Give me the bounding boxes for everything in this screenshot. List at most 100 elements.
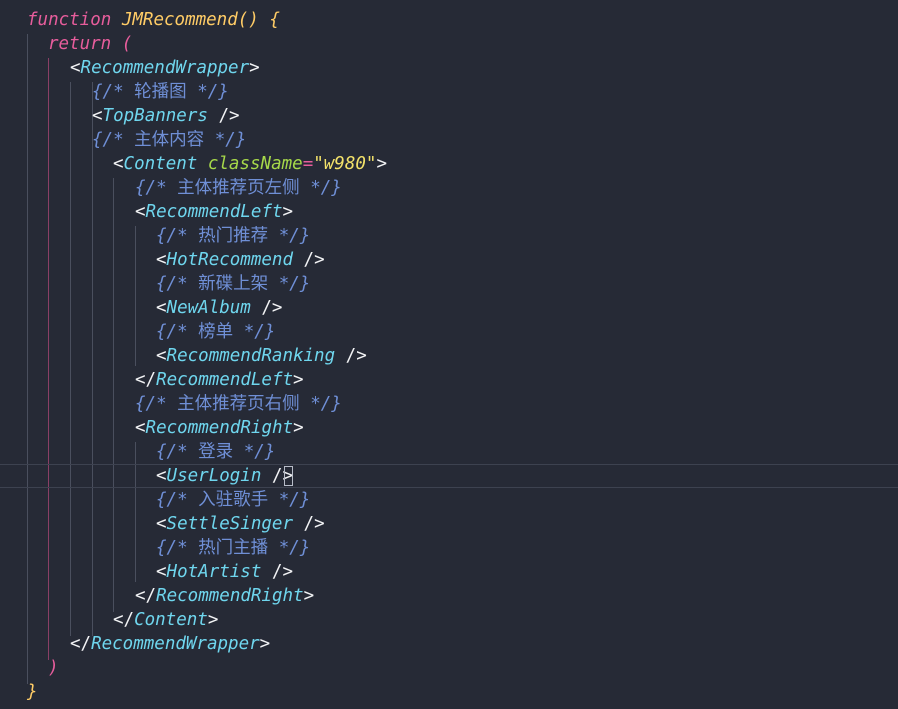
tag-bracket: />	[261, 298, 283, 318]
jsx-tag: HotArtist	[166, 562, 262, 582]
jsx-tag: RecommendWrapper	[91, 634, 260, 654]
tag-bracket: >	[293, 370, 304, 390]
jsx-tag: TopBanners	[102, 106, 208, 126]
tag-bracket: />	[345, 346, 367, 366]
jsx-tag: RecommendLeft	[145, 202, 283, 222]
code-line[interactable]: <RecommendRight>	[0, 416, 898, 440]
code-line[interactable]: <Content className="w980">	[0, 152, 898, 176]
comment-close: */}	[278, 226, 311, 246]
code-line[interactable]: <NewAlbum />	[0, 296, 898, 320]
jsx-tag: RecommendWrapper	[80, 58, 250, 78]
jsx-tag: NewAlbum	[166, 298, 251, 318]
jsx-tag: RecommendRanking	[166, 346, 336, 366]
code-line[interactable]: </RecommendWrapper>	[0, 632, 898, 656]
attribute-equals: =	[302, 154, 314, 174]
return-close-paren: )	[48, 658, 59, 678]
code-line[interactable]: function JMRecommend() {	[0, 8, 898, 32]
jsx-tag: Content	[123, 154, 198, 174]
comment-open: {/*	[92, 130, 124, 150]
code-line[interactable]: {/* 主体内容 */}	[0, 128, 898, 152]
comment-text: 热门推荐	[198, 226, 269, 246]
comment-close: */}	[197, 82, 229, 102]
jsx-comment: {/* 榜单 */}	[156, 320, 275, 344]
comment-close: */}	[278, 538, 311, 558]
params-parens: ()	[237, 10, 259, 30]
code-line[interactable]: <TopBanners />	[0, 104, 898, 128]
comment-open: {/*	[156, 538, 188, 558]
comment-close: */}	[214, 130, 247, 150]
current-line-highlight[interactable]: <UserLogin />	[0, 464, 898, 488]
jsx-tag: RecommendRight	[156, 586, 304, 606]
keyword-return: return	[48, 34, 112, 54]
jsx-tag: RecommendLeft	[156, 370, 294, 390]
code-line[interactable]: return (	[0, 32, 898, 56]
code-line[interactable]: <HotArtist />	[0, 560, 898, 584]
jsx-comment: {/* 热门主播 */}	[156, 536, 310, 560]
tag-bracket: <	[135, 202, 146, 222]
function-close-brace: }	[27, 682, 38, 702]
tag-bracket: <	[156, 562, 167, 582]
code-line[interactable]: </RecommendLeft>	[0, 368, 898, 392]
tag-bracket: />	[271, 562, 293, 582]
comment-close: */}	[243, 322, 276, 342]
tag-bracket: <	[92, 106, 103, 126]
tag-bracket: >	[249, 58, 260, 78]
function-open-brace: {	[269, 10, 280, 30]
text-cursor	[284, 466, 293, 486]
tag-bracket: <	[70, 58, 81, 78]
code-line[interactable]: <HotRecommend />	[0, 248, 898, 272]
code-line[interactable]: }	[0, 680, 898, 704]
tag-bracket: >	[303, 586, 315, 606]
code-line[interactable]: {/* 轮播图 */}	[0, 80, 898, 104]
tag-bracket: <	[156, 514, 167, 534]
code-line[interactable]: </RecommendRight>	[0, 584, 898, 608]
tag-bracket: </	[135, 586, 157, 606]
code-line[interactable]: {/* 登录 */}	[0, 440, 898, 464]
comment-text: 登录	[198, 442, 234, 462]
code-editor[interactable]: function JMRecommend() { return ( <Recom…	[0, 0, 898, 709]
comment-close: */}	[310, 178, 342, 198]
comment-close: */}	[278, 490, 311, 510]
comment-text: 榜单	[198, 322, 234, 342]
comment-open: {/*	[135, 394, 167, 414]
jsx-comment: {/* 主体推荐页左侧 */}	[135, 176, 342, 200]
comment-open: {/*	[156, 442, 188, 462]
code-line[interactable]: {/* 入驻歌手 */}	[0, 488, 898, 512]
comment-text: 新碟上架	[198, 274, 269, 294]
jsx-comment: {/* 热门推荐 */}	[156, 224, 310, 248]
jsx-comment: {/* 主体推荐页右侧 */}	[135, 392, 342, 416]
jsx-tag: Content	[134, 610, 208, 630]
tag-bracket: >	[293, 418, 304, 438]
code-line[interactable]: {/* 新碟上架 */}	[0, 272, 898, 296]
tag-bracket: />	[303, 250, 325, 270]
comment-open: {/*	[135, 178, 167, 198]
code-line[interactable]: {/* 热门主播 */}	[0, 536, 898, 560]
comment-text: 轮播图	[134, 82, 187, 102]
tag-bracket: >	[282, 202, 294, 222]
code-line[interactable]: <SettleSinger />	[0, 512, 898, 536]
code-line[interactable]: </Content>	[0, 608, 898, 632]
tag-bracket: <	[156, 250, 167, 270]
tag-bracket: </	[70, 634, 92, 654]
code-line[interactable]: {/* 主体推荐页左侧 */}	[0, 176, 898, 200]
jsx-tag: SettleSinger	[166, 514, 293, 534]
tag-bracket: <	[156, 298, 167, 318]
code-line[interactable]: {/* 榜单 */}	[0, 320, 898, 344]
tag-bracket: <	[156, 346, 167, 366]
code-line[interactable]: <RecommendRanking />	[0, 344, 898, 368]
comment-close: */}	[243, 442, 276, 462]
comment-open: {/*	[156, 490, 188, 510]
code-line[interactable]: {/* 热门推荐 */}	[0, 224, 898, 248]
jsx-tag: UserLogin	[166, 466, 262, 486]
tag-bracket: />	[303, 514, 325, 534]
return-open-paren: (	[121, 34, 133, 54]
comment-text: 主体推荐页右侧	[177, 394, 300, 414]
code-line[interactable]: <RecommendLeft>	[0, 200, 898, 224]
comment-open: {/*	[156, 322, 188, 342]
code-line[interactable]: {/* 主体推荐页右侧 */}	[0, 392, 898, 416]
code-line[interactable]: )	[0, 656, 898, 680]
tag-bracket: </	[135, 370, 157, 390]
comment-text: 入驻歌手	[198, 490, 269, 510]
tag-bracket: <	[113, 154, 124, 174]
code-line[interactable]: <RecommendWrapper>	[0, 56, 898, 80]
